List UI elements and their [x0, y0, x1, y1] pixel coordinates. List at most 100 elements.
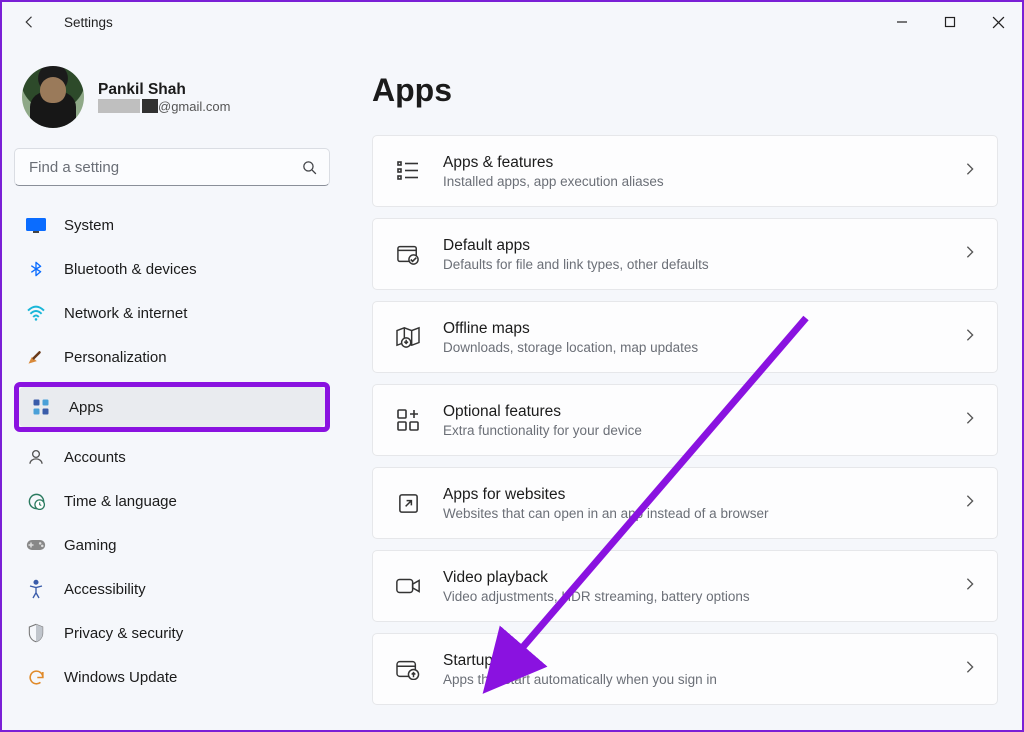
card-text: Video playback Video adjustments, HDR st… — [443, 569, 957, 604]
card-default-apps[interactable]: Default apps Defaults for file and link … — [372, 218, 998, 290]
card-title: Optional features — [443, 403, 957, 421]
chevron-right-icon — [965, 411, 975, 430]
chevron-right-icon — [965, 245, 975, 264]
annotation-highlight-apps: Apps — [14, 382, 330, 432]
person-icon — [26, 447, 46, 467]
maximize-icon — [944, 16, 956, 28]
card-text: Offline maps Downloads, storage location… — [443, 320, 957, 355]
clock-globe-icon — [26, 491, 46, 511]
sidebar-item-accessibility[interactable]: Accessibility — [14, 568, 330, 610]
sidebar-item-time[interactable]: Time & language — [14, 480, 330, 522]
chevron-right-icon — [965, 660, 975, 679]
avatar — [22, 66, 84, 128]
search-button[interactable] — [294, 148, 324, 186]
chevron-right-icon — [965, 577, 975, 596]
wifi-icon — [26, 303, 46, 323]
sidebar-item-bluetooth[interactable]: Bluetooth & devices — [14, 248, 330, 290]
card-subtitle: Apps that start automatically when you s… — [443, 672, 957, 687]
card-subtitle: Video adjustments, HDR streaming, batter… — [443, 589, 957, 604]
startup-icon — [395, 656, 421, 682]
card-title: Default apps — [443, 237, 957, 255]
sidebar-item-label: Bluetooth & devices — [64, 261, 197, 278]
sidebar-item-system[interactable]: System — [14, 204, 330, 246]
close-button[interactable] — [974, 2, 1022, 42]
card-subtitle: Extra functionality for your device — [443, 423, 957, 438]
back-button[interactable] — [16, 8, 44, 36]
open-external-icon — [395, 490, 421, 516]
sidebar-item-personalization[interactable]: Personalization — [14, 336, 330, 378]
chevron-right-icon — [965, 494, 975, 513]
default-apps-icon — [395, 241, 421, 267]
card-title: Offline maps — [443, 320, 957, 338]
user-email: @gmail.com — [98, 99, 230, 114]
sidebar-item-apps[interactable]: Apps — [19, 387, 325, 427]
sidebar-item-label: Time & language — [64, 493, 177, 510]
sidebar-item-label: Personalization — [64, 349, 167, 366]
card-subtitle: Websites that can open in an app instead… — [443, 506, 957, 521]
minimize-icon — [896, 16, 908, 28]
user-name: Pankil Shah — [98, 81, 230, 99]
search-icon — [301, 159, 318, 176]
video-icon — [395, 573, 421, 599]
window-controls — [878, 2, 1022, 42]
sidebar-item-label: Apps — [69, 399, 103, 416]
sidebar-item-label: System — [64, 217, 114, 234]
card-startup[interactable]: Startup Apps that start automatically wh… — [372, 633, 998, 705]
card-title: Startup — [443, 652, 957, 670]
map-icon — [395, 324, 421, 350]
card-text: Apps & features Installed apps, app exec… — [443, 154, 957, 189]
nav-list: System Bluetooth & devices Network & int… — [14, 204, 330, 698]
card-title: Apps & features — [443, 154, 957, 172]
sidebar-item-label: Accessibility — [64, 581, 146, 598]
redacted-segment — [98, 99, 140, 113]
minimize-button[interactable] — [878, 2, 926, 42]
sync-icon — [26, 667, 46, 687]
card-apps-websites[interactable]: Apps for websites Websites that can open… — [372, 467, 998, 539]
sidebar-item-accounts[interactable]: Accounts — [14, 436, 330, 478]
card-subtitle: Defaults for file and link types, other … — [443, 257, 957, 272]
sidebar-item-label: Windows Update — [64, 669, 177, 686]
user-info: Pankil Shah @gmail.com — [98, 81, 230, 114]
sidebar-item-label: Gaming — [64, 537, 117, 554]
accessibility-icon — [26, 579, 46, 599]
sidebar-item-label: Privacy & security — [64, 625, 183, 642]
card-text: Default apps Defaults for file and link … — [443, 237, 957, 272]
card-apps-features[interactable]: Apps & features Installed apps, app exec… — [372, 135, 998, 207]
card-subtitle: Installed apps, app execution aliases — [443, 174, 957, 189]
search-container — [14, 148, 330, 186]
card-optional-features[interactable]: Optional features Extra functionality fo… — [372, 384, 998, 456]
sidebar-item-privacy[interactable]: Privacy & security — [14, 612, 330, 654]
chevron-right-icon — [965, 328, 975, 347]
sidebar-item-network[interactable]: Network & internet — [14, 292, 330, 334]
chevron-right-icon — [965, 162, 975, 181]
user-card[interactable]: Pankil Shah @gmail.com — [14, 42, 330, 148]
card-text: Apps for websites Websites that can open… — [443, 486, 957, 521]
close-icon — [992, 16, 1005, 29]
sidebar-item-gaming[interactable]: Gaming — [14, 524, 330, 566]
maximize-button[interactable] — [926, 2, 974, 42]
list-icon — [395, 158, 421, 184]
card-title: Apps for websites — [443, 486, 957, 504]
grid-plus-icon — [395, 407, 421, 433]
card-offline-maps[interactable]: Offline maps Downloads, storage location… — [372, 301, 998, 373]
display-icon — [26, 215, 46, 235]
user-email-suffix: @gmail.com — [158, 99, 230, 114]
titlebar: Settings — [2, 2, 1022, 42]
card-text: Optional features Extra functionality fo… — [443, 403, 957, 438]
paintbrush-icon — [26, 347, 46, 367]
card-video-playback[interactable]: Video playback Video adjustments, HDR st… — [372, 550, 998, 622]
card-text: Startup Apps that start automatically wh… — [443, 652, 957, 687]
search-input[interactable] — [14, 148, 330, 186]
redacted-segment — [142, 99, 158, 113]
apps-grid-icon — [31, 397, 51, 417]
sidebar: Pankil Shah @gmail.com System — [2, 42, 342, 732]
sidebar-item-label: Network & internet — [64, 305, 187, 322]
page-title: Apps — [372, 72, 998, 109]
sidebar-item-update[interactable]: Windows Update — [14, 656, 330, 698]
app-title: Settings — [64, 15, 113, 30]
card-title: Video playback — [443, 569, 957, 587]
main-panel: Apps Apps & features Installed apps, app… — [342, 42, 1022, 732]
sidebar-item-label: Accounts — [64, 449, 126, 466]
back-arrow-icon — [21, 13, 39, 31]
shield-icon — [26, 623, 46, 643]
